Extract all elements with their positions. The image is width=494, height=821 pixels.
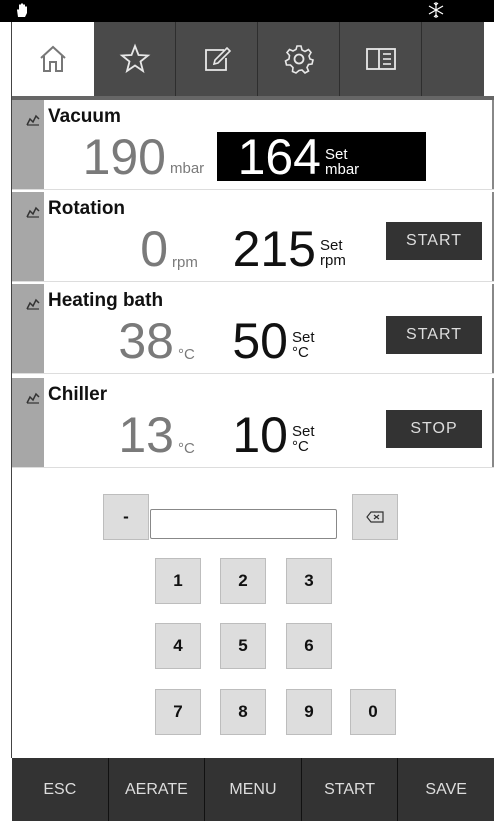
key-1[interactable]: 1 [155, 558, 201, 604]
rotation-actual-value: 0 [140, 221, 168, 277]
heating-bath-row[interactable]: Heating bath 38 °C 50 Set °C START [12, 284, 494, 374]
backspace-icon [366, 511, 384, 523]
tab-bar-filler [422, 22, 484, 96]
edit-icon [204, 46, 231, 71]
key-7[interactable]: 7 [155, 689, 201, 735]
menu-button[interactable]: MENU [205, 758, 302, 821]
rotation-set-unit: rpm [320, 252, 346, 269]
chart-icon [26, 114, 40, 126]
bottom-action-bar: ESC AERATE MENU START SAVE [12, 758, 494, 821]
esc-button[interactable]: ESC [12, 758, 109, 821]
gear-icon [284, 45, 314, 74]
set-label: Set [292, 423, 315, 440]
heating-unit: °C [178, 346, 195, 363]
book-icon [365, 48, 396, 70]
backspace-key[interactable] [352, 494, 398, 540]
chart-icon [26, 206, 40, 218]
vacuum-set-value: 164 [237, 129, 321, 185]
number-input[interactable] [150, 509, 337, 539]
key-3[interactable]: 3 [286, 558, 332, 604]
rotation-row[interactable]: Rotation 0 rpm 215 Set rpm START [12, 192, 494, 282]
status-bar [0, 0, 494, 22]
tab-home[interactable] [12, 22, 94, 96]
vacuum-unit: mbar [170, 160, 205, 177]
tab-manual[interactable] [340, 22, 422, 96]
star-icon [119, 43, 150, 74]
hand-icon [17, 3, 27, 17]
key-4[interactable]: 4 [155, 623, 201, 669]
heating-start-button[interactable]: START [386, 316, 482, 354]
key-8[interactable]: 8 [220, 689, 266, 735]
rotation-set-value[interactable]: 215 [216, 224, 316, 274]
device-name: Heating bath [48, 290, 164, 311]
tab-settings[interactable] [258, 22, 340, 96]
set-label: Set [325, 146, 348, 163]
tab-edit[interactable] [176, 22, 258, 96]
key-5[interactable]: 5 [220, 623, 266, 669]
vacuum-row[interactable]: Vacuum 190 mbar 164 Set mbar [12, 100, 494, 190]
vacuum-actual-value: 190 [82, 129, 166, 185]
device-name: Vacuum [48, 106, 121, 127]
heating-actual-value: 38 [118, 313, 174, 369]
vacuum-set-field[interactable]: 164 Set mbar [217, 129, 426, 185]
home-icon [40, 45, 66, 72]
chiller-stop-button[interactable]: STOP [386, 410, 482, 448]
save-button[interactable]: SAVE [398, 758, 494, 821]
chiller-row[interactable]: Chiller 13 °C 10 Set °C STOP [12, 378, 494, 468]
tab-bar [12, 22, 484, 96]
chiller-unit: °C [178, 440, 195, 457]
heating-set-unit: °C [292, 344, 309, 361]
rotation-start-button[interactable]: START [386, 222, 482, 260]
vacuum-set-unit: mbar [325, 161, 360, 178]
key-0[interactable]: 0 [350, 689, 396, 735]
chart-icon [26, 392, 40, 404]
heating-set-value[interactable]: 50 [212, 316, 288, 366]
chiller-actual-value: 13 [118, 407, 174, 463]
aerate-button[interactable]: AERATE [109, 758, 206, 821]
set-label: Set [320, 237, 343, 254]
key-2[interactable]: 2 [220, 558, 266, 604]
set-label: Set [292, 329, 315, 346]
minus-key[interactable]: - [103, 494, 149, 540]
chiller-set-unit: °C [292, 438, 309, 455]
snowflake-icon [428, 2, 444, 18]
key-6[interactable]: 6 [286, 623, 332, 669]
device-name: Chiller [48, 384, 108, 405]
chart-icon [26, 298, 40, 310]
rotation-unit: rpm [172, 254, 198, 271]
start-button[interactable]: START [302, 758, 399, 821]
device-name: Rotation [48, 198, 126, 219]
tab-favorites[interactable] [94, 22, 176, 96]
chiller-set-value[interactable]: 10 [212, 410, 288, 460]
key-9[interactable]: 9 [286, 689, 332, 735]
